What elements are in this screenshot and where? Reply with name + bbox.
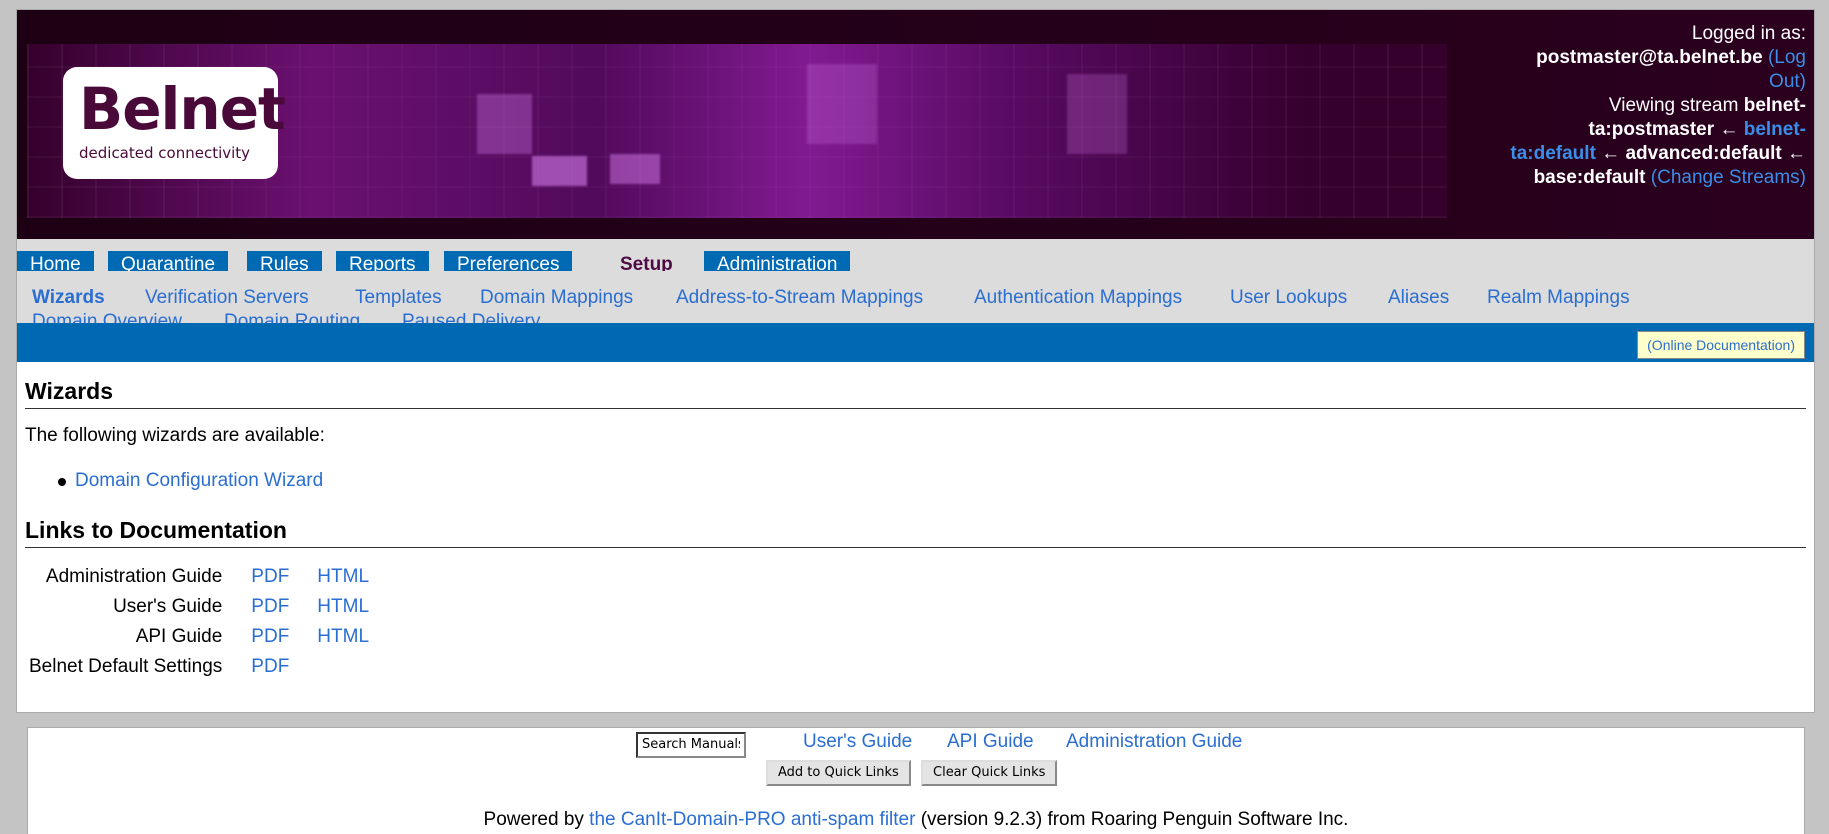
logo-tagline: dedicated connectivity	[79, 144, 251, 162]
section-bar: (Online Documentation)	[17, 323, 1814, 362]
canit-link[interactable]: the CanIt-Domain-PRO anti-spam filter	[589, 809, 915, 830]
footer: User's Guide API Guide Administration Gu…	[27, 727, 1805, 834]
powered-prefix: Powered by	[483, 809, 584, 830]
stream-arrow-3: ←	[1787, 143, 1806, 164]
footer-administration-guide-link[interactable]: Administration Guide	[1066, 731, 1242, 753]
add-quick-links-button[interactable]: Add to Quick Links	[766, 760, 911, 786]
table-row: User's Guide PDF HTML	[23, 592, 375, 622]
header-banner: Belnet dedicated connectivity Logged in …	[17, 10, 1814, 239]
subnav-realm-mappings[interactable]: Realm Mappings	[1487, 287, 1630, 309]
wizards-heading: Wizards	[25, 378, 1806, 409]
username: postmaster@ta.belnet.be	[1536, 47, 1763, 68]
powered-suffix: (version 9.2.3) from Roaring Penguin Sof…	[920, 809, 1349, 830]
stream-advanced: advanced:default	[1625, 143, 1782, 164]
api-guide-pdf-link[interactable]: PDF	[251, 626, 289, 647]
clear-quick-links-button[interactable]: Clear Quick Links	[921, 760, 1058, 786]
login-info: Logged in as: postmaster@ta.belnet.be (L…	[1506, 22, 1806, 190]
footer-api-guide-link[interactable]: API Guide	[947, 731, 1034, 753]
search-manuals-input[interactable]	[636, 732, 746, 758]
login-prefix: Logged in as:	[1691, 23, 1806, 44]
table-row: Belnet Default Settings PDF	[23, 652, 375, 682]
default-settings-pdf-link[interactable]: PDF	[251, 656, 289, 677]
list-item: Domain Configuration Wizard	[58, 470, 323, 492]
subnav-authentication-mappings[interactable]: Authentication Mappings	[974, 287, 1182, 309]
subnav-templates[interactable]: Templates	[355, 287, 442, 309]
doc-label: User's Guide	[113, 596, 223, 617]
stream-arrow-1: ←	[1719, 119, 1739, 140]
subnav-aliases[interactable]: Aliases	[1388, 287, 1449, 309]
domain-configuration-wizard-link[interactable]: Domain Configuration Wizard	[75, 470, 323, 491]
change-streams-link[interactable]: (Change Streams)	[1651, 167, 1806, 188]
main-tabs: Home Quarantine Rules Reports Preference…	[17, 239, 1814, 279]
belnet-logo[interactable]: Belnet dedicated connectivity	[63, 67, 286, 179]
documentation-table: Administration Guide PDF HTML User's Gui…	[23, 562, 375, 682]
doc-label: Administration Guide	[45, 566, 223, 587]
viewing-prefix: Viewing stream	[1608, 95, 1739, 116]
online-documentation-link[interactable]: (Online Documentation)	[1637, 331, 1805, 359]
footer-users-guide-link[interactable]: User's Guide	[803, 731, 912, 753]
doc-label: Belnet Default Settings	[29, 656, 223, 677]
users-guide-html-link[interactable]: HTML	[317, 596, 369, 617]
logo-wordmark: Belnet	[79, 75, 286, 143]
table-row: Administration Guide PDF HTML	[23, 562, 375, 592]
subnav-verification-servers[interactable]: Verification Servers	[145, 287, 309, 309]
stream-arrow-2: ←	[1601, 143, 1621, 164]
documentation-heading: Links to Documentation	[25, 517, 1806, 548]
main-frame: Belnet dedicated connectivity Logged in …	[16, 9, 1815, 713]
admin-guide-html-link[interactable]: HTML	[317, 566, 369, 587]
admin-guide-pdf-link[interactable]: PDF	[251, 566, 289, 587]
users-guide-pdf-link[interactable]: PDF	[251, 596, 289, 617]
bullet-icon	[58, 478, 66, 486]
api-guide-html-link[interactable]: HTML	[317, 626, 369, 647]
doc-label: API Guide	[135, 626, 223, 647]
subnav-user-lookups[interactable]: User Lookups	[1230, 287, 1347, 309]
subnav-wizards[interactable]: Wizards	[32, 287, 105, 309]
powered-by-line: Powered by the CanIt-Domain-PRO anti-spa…	[28, 809, 1804, 831]
subnav-address-to-stream-mappings[interactable]: Address-to-Stream Mappings	[676, 287, 923, 309]
logout-link[interactable]: (Log Out)	[1768, 47, 1806, 92]
wizards-intro: The following wizards are available:	[25, 425, 325, 446]
table-row: API Guide PDF HTML	[23, 622, 375, 652]
subnav-domain-mappings[interactable]: Domain Mappings	[480, 287, 633, 309]
stream-base: base:default	[1533, 167, 1646, 188]
